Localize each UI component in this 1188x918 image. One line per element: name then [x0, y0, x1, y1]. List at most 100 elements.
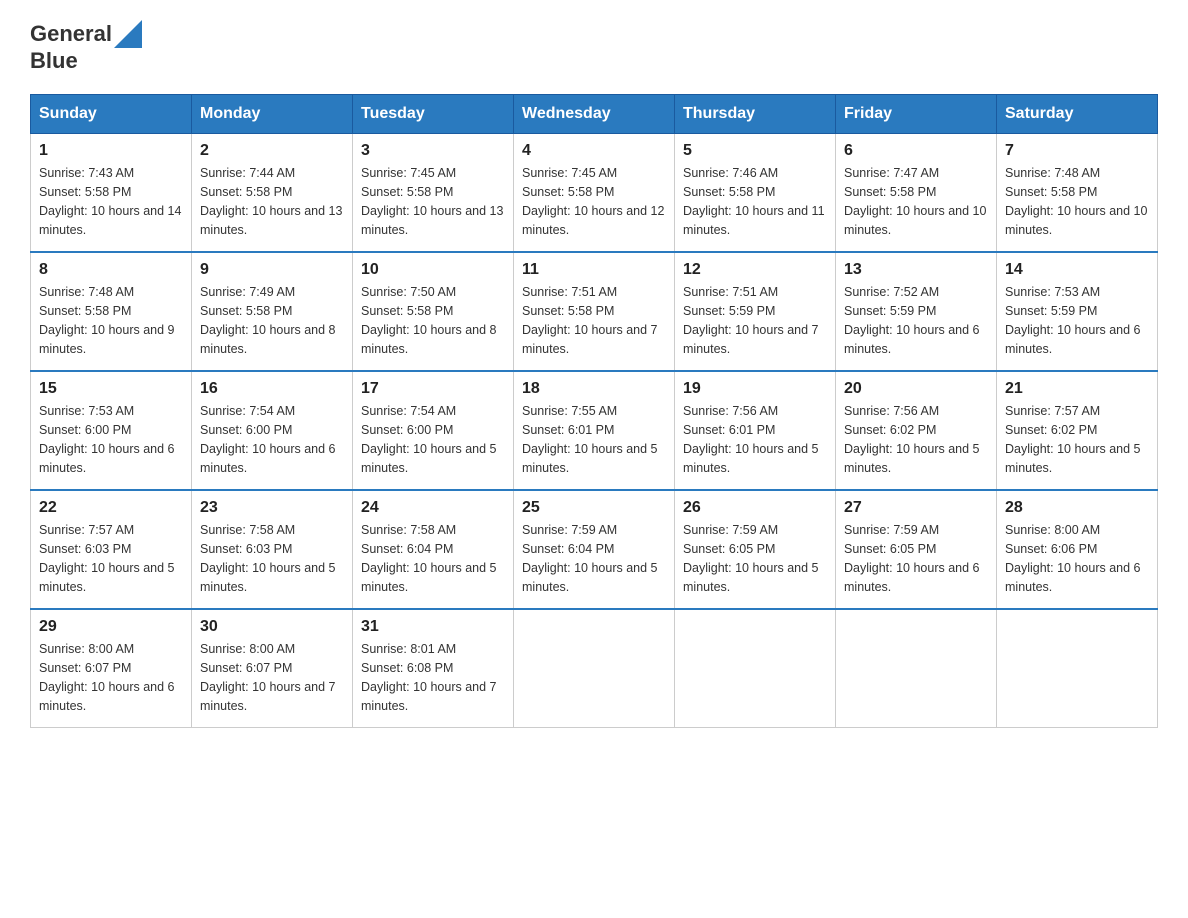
day-info: Sunrise: 7:47 AM Sunset: 5:58 PM Dayligh… [844, 164, 988, 239]
day-number: 10 [361, 261, 505, 279]
calendar-header-row: SundayMondayTuesdayWednesdayThursdayFrid… [31, 95, 1158, 134]
calendar-cell: 28 Sunrise: 8:00 AM Sunset: 6:06 PM Dayl… [997, 490, 1158, 609]
calendar-cell [675, 609, 836, 728]
day-info: Sunrise: 7:58 AM Sunset: 6:03 PM Dayligh… [200, 521, 344, 596]
calendar-cell: 13 Sunrise: 7:52 AM Sunset: 5:59 PM Dayl… [836, 252, 997, 371]
logo: General Blue [30, 20, 142, 74]
day-number: 26 [683, 499, 827, 517]
day-info: Sunrise: 7:48 AM Sunset: 5:58 PM Dayligh… [39, 283, 183, 358]
day-info: Sunrise: 7:57 AM Sunset: 6:03 PM Dayligh… [39, 521, 183, 596]
day-number: 6 [844, 142, 988, 160]
calendar-cell: 23 Sunrise: 7:58 AM Sunset: 6:03 PM Dayl… [192, 490, 353, 609]
calendar-cell: 7 Sunrise: 7:48 AM Sunset: 5:58 PM Dayli… [997, 134, 1158, 253]
calendar-cell: 29 Sunrise: 8:00 AM Sunset: 6:07 PM Dayl… [31, 609, 192, 728]
calendar-week-row: 8 Sunrise: 7:48 AM Sunset: 5:58 PM Dayli… [31, 252, 1158, 371]
day-info: Sunrise: 7:55 AM Sunset: 6:01 PM Dayligh… [522, 402, 666, 477]
logo-text-blue: Blue [30, 48, 78, 73]
weekday-header-thursday: Thursday [675, 95, 836, 134]
day-info: Sunrise: 8:00 AM Sunset: 6:07 PM Dayligh… [39, 640, 183, 715]
calendar-cell: 4 Sunrise: 7:45 AM Sunset: 5:58 PM Dayli… [514, 134, 675, 253]
calendar-cell: 9 Sunrise: 7:49 AM Sunset: 5:58 PM Dayli… [192, 252, 353, 371]
day-info: Sunrise: 8:00 AM Sunset: 6:07 PM Dayligh… [200, 640, 344, 715]
day-info: Sunrise: 7:43 AM Sunset: 5:58 PM Dayligh… [39, 164, 183, 239]
day-number: 20 [844, 380, 988, 398]
day-info: Sunrise: 7:59 AM Sunset: 6:05 PM Dayligh… [844, 521, 988, 596]
day-info: Sunrise: 7:52 AM Sunset: 5:59 PM Dayligh… [844, 283, 988, 358]
calendar-week-row: 22 Sunrise: 7:57 AM Sunset: 6:03 PM Dayl… [31, 490, 1158, 609]
day-number: 3 [361, 142, 505, 160]
day-info: Sunrise: 7:48 AM Sunset: 5:58 PM Dayligh… [1005, 164, 1149, 239]
day-number: 2 [200, 142, 344, 160]
day-number: 11 [522, 261, 666, 279]
day-info: Sunrise: 7:50 AM Sunset: 5:58 PM Dayligh… [361, 283, 505, 358]
day-number: 7 [1005, 142, 1149, 160]
calendar-cell [514, 609, 675, 728]
day-info: Sunrise: 7:46 AM Sunset: 5:58 PM Dayligh… [683, 164, 827, 239]
calendar-cell: 26 Sunrise: 7:59 AM Sunset: 6:05 PM Dayl… [675, 490, 836, 609]
day-number: 29 [39, 618, 183, 636]
calendar-table: SundayMondayTuesdayWednesdayThursdayFrid… [30, 94, 1158, 728]
day-number: 24 [361, 499, 505, 517]
page-header: General Blue [30, 20, 1158, 74]
calendar-cell: 12 Sunrise: 7:51 AM Sunset: 5:59 PM Dayl… [675, 252, 836, 371]
day-number: 16 [200, 380, 344, 398]
day-info: Sunrise: 7:45 AM Sunset: 5:58 PM Dayligh… [522, 164, 666, 239]
calendar-cell: 21 Sunrise: 7:57 AM Sunset: 6:02 PM Dayl… [997, 371, 1158, 490]
logo-text-general: General [30, 21, 112, 47]
day-number: 25 [522, 499, 666, 517]
calendar-cell: 24 Sunrise: 7:58 AM Sunset: 6:04 PM Dayl… [353, 490, 514, 609]
calendar-week-row: 29 Sunrise: 8:00 AM Sunset: 6:07 PM Dayl… [31, 609, 1158, 728]
calendar-cell: 10 Sunrise: 7:50 AM Sunset: 5:58 PM Dayl… [353, 252, 514, 371]
calendar-cell: 2 Sunrise: 7:44 AM Sunset: 5:58 PM Dayli… [192, 134, 353, 253]
calendar-cell: 5 Sunrise: 7:46 AM Sunset: 5:58 PM Dayli… [675, 134, 836, 253]
calendar-cell: 3 Sunrise: 7:45 AM Sunset: 5:58 PM Dayli… [353, 134, 514, 253]
day-number: 4 [522, 142, 666, 160]
day-number: 8 [39, 261, 183, 279]
day-number: 30 [200, 618, 344, 636]
day-info: Sunrise: 7:59 AM Sunset: 6:04 PM Dayligh… [522, 521, 666, 596]
day-info: Sunrise: 7:56 AM Sunset: 6:02 PM Dayligh… [844, 402, 988, 477]
day-info: Sunrise: 8:00 AM Sunset: 6:06 PM Dayligh… [1005, 521, 1149, 596]
day-info: Sunrise: 7:53 AM Sunset: 5:59 PM Dayligh… [1005, 283, 1149, 358]
calendar-cell: 17 Sunrise: 7:54 AM Sunset: 6:00 PM Dayl… [353, 371, 514, 490]
day-number: 31 [361, 618, 505, 636]
weekday-header-sunday: Sunday [31, 95, 192, 134]
day-number: 27 [844, 499, 988, 517]
calendar-cell: 18 Sunrise: 7:55 AM Sunset: 6:01 PM Dayl… [514, 371, 675, 490]
day-number: 23 [200, 499, 344, 517]
day-info: Sunrise: 7:58 AM Sunset: 6:04 PM Dayligh… [361, 521, 505, 596]
day-number: 22 [39, 499, 183, 517]
calendar-cell: 15 Sunrise: 7:53 AM Sunset: 6:00 PM Dayl… [31, 371, 192, 490]
day-info: Sunrise: 7:49 AM Sunset: 5:58 PM Dayligh… [200, 283, 344, 358]
day-info: Sunrise: 7:44 AM Sunset: 5:58 PM Dayligh… [200, 164, 344, 239]
day-number: 13 [844, 261, 988, 279]
day-info: Sunrise: 7:59 AM Sunset: 6:05 PM Dayligh… [683, 521, 827, 596]
calendar-cell [997, 609, 1158, 728]
calendar-cell: 8 Sunrise: 7:48 AM Sunset: 5:58 PM Dayli… [31, 252, 192, 371]
calendar-cell: 14 Sunrise: 7:53 AM Sunset: 5:59 PM Dayl… [997, 252, 1158, 371]
day-number: 1 [39, 142, 183, 160]
day-info: Sunrise: 7:53 AM Sunset: 6:00 PM Dayligh… [39, 402, 183, 477]
day-number: 15 [39, 380, 183, 398]
day-number: 21 [1005, 380, 1149, 398]
weekday-header-friday: Friday [836, 95, 997, 134]
day-info: Sunrise: 7:45 AM Sunset: 5:58 PM Dayligh… [361, 164, 505, 239]
calendar-cell: 6 Sunrise: 7:47 AM Sunset: 5:58 PM Dayli… [836, 134, 997, 253]
day-number: 12 [683, 261, 827, 279]
weekday-header-tuesday: Tuesday [353, 95, 514, 134]
day-number: 14 [1005, 261, 1149, 279]
day-info: Sunrise: 7:51 AM Sunset: 5:58 PM Dayligh… [522, 283, 666, 358]
weekday-header-monday: Monday [192, 95, 353, 134]
day-number: 17 [361, 380, 505, 398]
day-number: 9 [200, 261, 344, 279]
day-info: Sunrise: 7:54 AM Sunset: 6:00 PM Dayligh… [200, 402, 344, 477]
calendar-cell: 19 Sunrise: 7:56 AM Sunset: 6:01 PM Dayl… [675, 371, 836, 490]
day-info: Sunrise: 7:51 AM Sunset: 5:59 PM Dayligh… [683, 283, 827, 358]
logo-triangle-icon [114, 20, 142, 48]
calendar-week-row: 15 Sunrise: 7:53 AM Sunset: 6:00 PM Dayl… [31, 371, 1158, 490]
calendar-cell: 27 Sunrise: 7:59 AM Sunset: 6:05 PM Dayl… [836, 490, 997, 609]
calendar-week-row: 1 Sunrise: 7:43 AM Sunset: 5:58 PM Dayli… [31, 134, 1158, 253]
day-number: 18 [522, 380, 666, 398]
day-info: Sunrise: 7:57 AM Sunset: 6:02 PM Dayligh… [1005, 402, 1149, 477]
calendar-cell: 25 Sunrise: 7:59 AM Sunset: 6:04 PM Dayl… [514, 490, 675, 609]
